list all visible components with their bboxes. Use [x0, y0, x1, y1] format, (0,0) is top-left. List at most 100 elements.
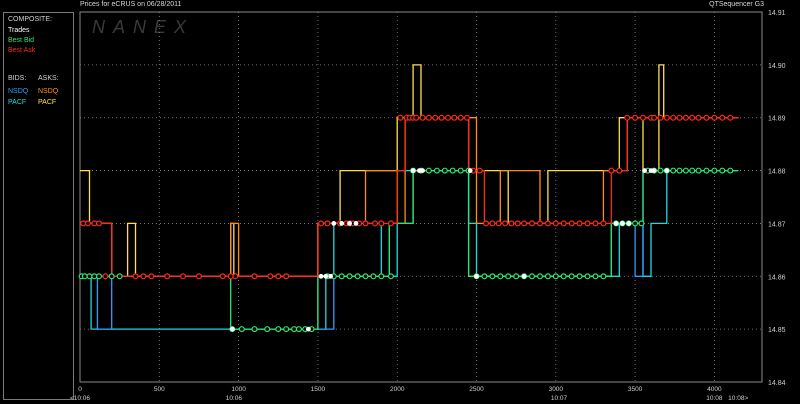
marker-best-ask: [711, 114, 718, 121]
marker-best-ask: [419, 114, 426, 121]
axis-labels: 14.91 14.90 14.89 14.88 14.87 14.86 14.85 14.84…: [70, 10, 786, 402]
marker-best-bid: [505, 273, 512, 280]
marker-best-ask: [584, 220, 591, 227]
marker-best-bid: [592, 273, 599, 280]
marker-best-ask: [164, 273, 171, 280]
marker-best-bid: [264, 326, 271, 333]
marker-best-ask: [651, 114, 658, 121]
marker-best-ask: [502, 220, 509, 227]
marker-best-ask: [251, 273, 258, 280]
marker-best-ask: [425, 114, 432, 121]
marker-best-ask: [689, 114, 696, 121]
marker-best-ask: [148, 273, 155, 280]
marker-trades: [339, 220, 345, 226]
price-chart: NANEX 14.91 14.90 14.89 14.88 14.87 14.86 14.8…: [70, 10, 786, 402]
marker-best-ask: [451, 114, 458, 121]
y-tick-label: 14.87: [768, 221, 786, 228]
x-tick-label: 2500: [469, 386, 484, 393]
marker-best-bid: [703, 167, 710, 174]
marker-best-bid: [576, 273, 583, 280]
marker-best-bid: [632, 220, 639, 227]
marker-best-ask: [703, 114, 710, 121]
marker-best-bid: [378, 273, 385, 280]
marker-best-ask: [676, 114, 683, 121]
marker-best-ask: [219, 273, 226, 280]
marker-best-ask: [536, 220, 543, 227]
marker-best-bid: [251, 326, 258, 333]
marker-best-ask: [432, 114, 439, 121]
marker-best-ask: [457, 114, 464, 121]
marker-best-ask: [508, 220, 515, 227]
marker-best-bid: [719, 167, 726, 174]
marker-best-bid: [86, 273, 93, 280]
series-line-bid-pacf: [80, 169, 739, 330]
marker-best-bid: [497, 273, 504, 280]
marker-best-ask: [727, 114, 734, 121]
marker-trades: [651, 168, 657, 174]
marker-best-bid: [695, 167, 702, 174]
marker-best-ask: [495, 220, 502, 227]
marker-best-bid: [528, 273, 535, 280]
marker-trades: [626, 220, 632, 226]
marker-trades: [306, 326, 311, 332]
marker-best-bid: [291, 326, 298, 333]
marker-best-ask: [483, 220, 490, 227]
marker-best-ask: [632, 114, 639, 121]
marker-best-ask: [362, 220, 369, 227]
marker-best-bid: [91, 273, 98, 280]
x-tick-label: 500: [154, 386, 165, 393]
marker-best-bid: [354, 273, 361, 280]
marker-best-bid: [275, 326, 282, 333]
marker-best-ask: [275, 273, 282, 280]
marker-best-ask: [464, 114, 471, 121]
marker-best-ask: [232, 273, 239, 280]
y-tick-label: 14.88: [768, 169, 786, 176]
marker-trades: [620, 220, 625, 226]
marker-best-bid: [682, 167, 689, 174]
marker-best-ask: [544, 220, 551, 227]
marker-best-bid: [116, 273, 123, 280]
x-tick-label: 0: [78, 386, 82, 393]
marker-best-ask: [489, 220, 496, 227]
marker-trades: [664, 168, 670, 174]
marker-best-bid: [600, 273, 607, 280]
marker-trades: [521, 273, 527, 279]
marker-best-bid: [689, 167, 696, 174]
x-tick-label: 4000: [707, 386, 722, 393]
series-line-bid-nsdq: [80, 169, 739, 330]
x-tick-label: 3500: [628, 386, 643, 393]
marker-best-ask: [521, 220, 528, 227]
marker-best-ask: [663, 114, 670, 121]
y-tick-label: 14.84: [768, 380, 786, 387]
marker-best-bid: [513, 273, 520, 280]
marker-best-ask: [438, 114, 445, 121]
marker-best-ask: [600, 220, 607, 227]
marker-best-ask: [227, 273, 234, 280]
marker-best-ask: [372, 220, 379, 227]
marker-best-bid: [584, 273, 591, 280]
marker-best-ask: [719, 114, 726, 121]
marker-best-bid: [536, 273, 543, 280]
marker-best-ask: [324, 220, 331, 227]
marker-best-bid: [346, 273, 353, 280]
marker-best-ask: [102, 273, 109, 280]
marker-best-ask: [180, 273, 187, 280]
marker-best-ask: [624, 114, 631, 121]
marker-trades: [323, 273, 329, 279]
marker-best-ask: [608, 167, 615, 174]
marker-best-ask: [560, 220, 567, 227]
marker-best-ask: [514, 220, 521, 227]
marker-best-bid: [670, 167, 677, 174]
marker-trades: [642, 168, 647, 174]
x-time-label: 10:08: [706, 395, 723, 402]
marker-trades: [331, 220, 337, 226]
marker-best-ask: [682, 114, 689, 121]
marker-best-bid: [433, 167, 440, 174]
marker-best-ask: [378, 220, 385, 227]
marker-trades: [229, 326, 235, 332]
marker-best-bid: [362, 273, 369, 280]
marker-best-bid: [441, 167, 448, 174]
marker-best-ask: [592, 220, 599, 227]
marker-best-ask: [695, 114, 702, 121]
marker-best-bid: [238, 326, 245, 333]
